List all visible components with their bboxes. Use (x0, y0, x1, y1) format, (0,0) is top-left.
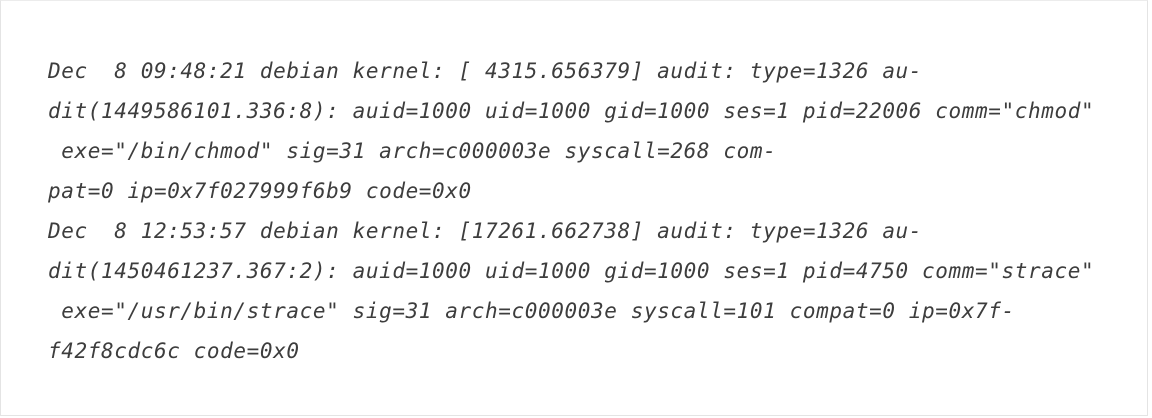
log-line: Dec 8 09:48:21 debian kernel: [ 4315.656… (48, 59, 923, 83)
log-line: dit(1450461237.367:2): auid=1000 uid=100… (48, 259, 1095, 283)
log-line: Dec 8 12:53:57 debian kernel: [17261.662… (48, 219, 923, 243)
log-line: exe="/usr/bin/strace" sig=31 arch=c00000… (48, 299, 1015, 323)
code-block: Dec 8 09:48:21 debian kernel: [ 4315.656… (0, 0, 1148, 416)
log-line: pat=0 ip=0x7f027999f6b9 code=0x0 (48, 179, 472, 203)
log-line: exe="/bin/chmod" sig=31 arch=c000003e sy… (48, 139, 777, 163)
log-line: f42f8cdc6c code=0x0 (48, 339, 300, 363)
log-line: dit(1449586101.336:8): auid=1000 uid=100… (48, 99, 1095, 123)
